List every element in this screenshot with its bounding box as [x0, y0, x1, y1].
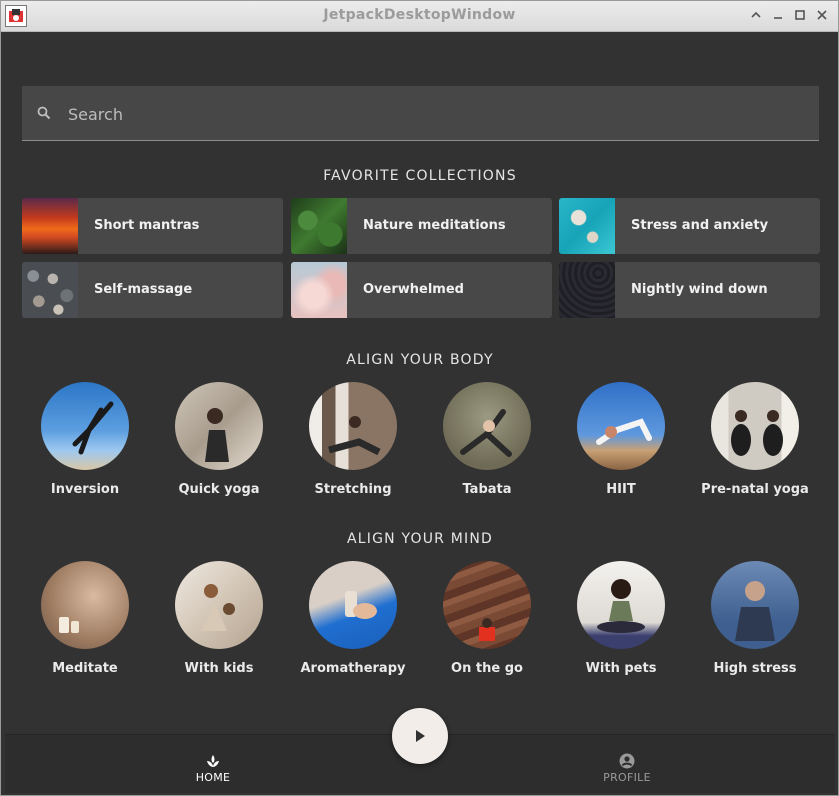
- mind-item-on-the-go[interactable]: On the go: [420, 561, 554, 676]
- collection-label: Nature meditations: [363, 218, 506, 233]
- body-item-label: Tabata: [462, 482, 512, 497]
- on-the-go-image: [443, 561, 531, 649]
- app-window: JetpackDesktopWindow Search FAVORITE COL…: [0, 0, 839, 796]
- pebbles-thumbnail: [22, 262, 78, 318]
- body-item-label: HIIT: [606, 482, 636, 497]
- body-item-label: Inversion: [50, 482, 120, 497]
- with-kids-image: [175, 561, 263, 649]
- body-item-quick-yoga[interactable]: Quick yoga: [152, 382, 286, 497]
- body-item-tabata[interactable]: Tabata: [420, 382, 554, 497]
- mind-item-meditate[interactable]: Meditate: [18, 561, 152, 676]
- favorites-title: FAVORITE COLLECTIONS: [323, 168, 517, 184]
- sunset-sky-thumbnail: [22, 198, 78, 254]
- mind-item-label: High stress: [713, 661, 797, 676]
- collection-label: Stress and anxiety: [631, 218, 769, 233]
- search-input[interactable]: [66, 86, 770, 142]
- quick-yoga-image: [175, 382, 263, 470]
- collection-card-self-massage[interactable]: Self-massage: [22, 262, 283, 318]
- play-button[interactable]: [392, 708, 448, 764]
- mind-item-label: With pets: [585, 661, 657, 676]
- search-icon: [36, 105, 52, 125]
- with-pets-image: [577, 561, 665, 649]
- aromatherapy-image: [309, 561, 397, 649]
- search-bar[interactable]: [22, 86, 819, 142]
- body-item-label: Stretching: [314, 482, 392, 497]
- collection-label: Nightly wind down: [631, 282, 768, 297]
- mind-item-label: Aromatherapy: [300, 661, 406, 676]
- align-mind-title: ALIGN YOUR MIND: [347, 531, 493, 547]
- nav-profile[interactable]: PROFILE: [577, 753, 677, 784]
- body-item-pre-natal-yoga[interactable]: Pre-natal yoga: [688, 382, 822, 497]
- collection-card-short-mantras[interactable]: Short mantras: [22, 198, 283, 254]
- night-sky-thumbnail: [559, 262, 615, 318]
- nav-home-label: HOME: [195, 771, 231, 784]
- mind-item-high-stress[interactable]: High stress: [688, 561, 822, 676]
- chevron-up-icon[interactable]: [748, 6, 764, 24]
- body-item-label: Quick yoga: [178, 482, 260, 497]
- hiit-image: [577, 382, 665, 470]
- collection-label: Overwhelmed: [363, 282, 464, 297]
- inversion-image: [41, 382, 129, 470]
- main-content: FAVORITE COLLECTIONS Short mantras Natur…: [5, 32, 835, 793]
- collection-label: Short mantras: [94, 218, 200, 233]
- mind-item-label: Meditate: [52, 661, 118, 676]
- collection-card-nightly-wind-down[interactable]: Nightly wind down: [559, 262, 820, 318]
- maximize-icon[interactable]: [792, 6, 808, 24]
- high-stress-image: [711, 561, 799, 649]
- turquoise-sea-thumbnail: [559, 198, 615, 254]
- body-item-stretching[interactable]: Stretching: [286, 382, 420, 497]
- collection-card-stress-and-anxiety[interactable]: Stress and anxiety: [559, 198, 820, 254]
- mind-item-label: On the go: [451, 661, 523, 676]
- mind-item-aromatherapy[interactable]: Aromatherapy: [286, 561, 420, 676]
- collection-label: Self-massage: [94, 282, 193, 297]
- collection-card-overwhelmed[interactable]: Overwhelmed: [291, 262, 552, 318]
- mind-item-with-kids[interactable]: With kids: [152, 561, 286, 676]
- account-circle-icon: [619, 753, 635, 769]
- green-leaves-thumbnail: [291, 198, 347, 254]
- pre-natal-yoga-image: [711, 382, 799, 470]
- pink-clouds-thumbnail: [291, 262, 347, 318]
- spa-icon: [207, 755, 219, 767]
- collection-card-nature-meditations[interactable]: Nature meditations: [291, 198, 552, 254]
- mind-item-label: With kids: [184, 661, 254, 676]
- body-item-label: Pre-natal yoga: [701, 482, 809, 497]
- nav-profile-label: PROFILE: [603, 771, 651, 784]
- title-bar[interactable]: JetpackDesktopWindow: [1, 1, 838, 32]
- minimize-icon[interactable]: [770, 6, 786, 24]
- nav-home[interactable]: HOME: [163, 753, 263, 784]
- stretching-image: [309, 382, 397, 470]
- window-title: JetpackDesktopWindow: [323, 7, 516, 23]
- mind-item-with-pets[interactable]: With pets: [554, 561, 688, 676]
- meditate-image: [41, 561, 129, 649]
- body-item-hiit[interactable]: HIIT: [554, 382, 688, 497]
- body-item-inversion[interactable]: Inversion: [18, 382, 152, 497]
- close-icon[interactable]: [814, 6, 830, 24]
- tabata-image: [443, 382, 531, 470]
- play-icon: [416, 730, 425, 742]
- align-body-title: ALIGN YOUR BODY: [346, 352, 494, 368]
